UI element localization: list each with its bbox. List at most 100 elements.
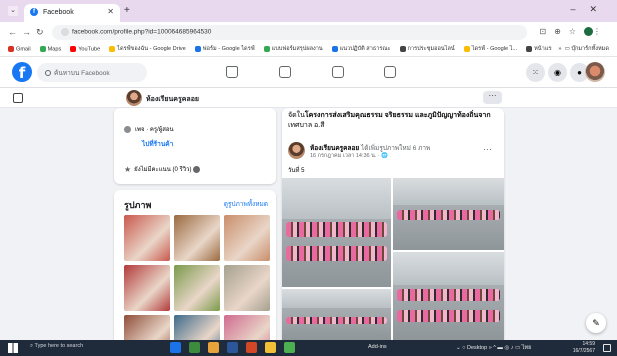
- bookmark-item[interactable]: Gmail: [8, 45, 31, 52]
- toolbar-icons[interactable]: ⊡⊕☆ ⋮: [539, 27, 609, 37]
- post-timestamp[interactable]: 16 กรกฎาคม เวลา 14:36 น. · 🌐: [310, 152, 388, 160]
- post-card: จัดในโครงการส่งเสริมคุณธรรม จริยธรรม และ…: [282, 108, 504, 340]
- word-icon[interactable]: [227, 342, 238, 353]
- explorer-icon[interactable]: [208, 342, 219, 353]
- bookmarks-bar: Gmail Maps YouTube ไดรฟ์ของฉัน - Google …: [0, 43, 617, 57]
- app-icon[interactable]: [284, 342, 295, 353]
- youtube-icon: [70, 45, 77, 52]
- browser-tab[interactable]: f Facebook ✕: [24, 4, 120, 22]
- profile-icon[interactable]: [584, 27, 593, 37]
- bookmark-item[interactable]: หน้าแรก: [526, 45, 555, 53]
- reload-icon[interactable]: ↻: [36, 27, 44, 38]
- marketplace-icon[interactable]: [332, 66, 344, 78]
- post-photo[interactable]: [282, 289, 391, 340]
- shop-link[interactable]: ไปที่ร้านค้า: [142, 139, 173, 149]
- facebook-favicon-icon: f: [30, 8, 38, 16]
- bookmark-item[interactable]: แนวปฏิบัติ สาธารณะ: [331, 45, 391, 53]
- chrome-icon[interactable]: [265, 342, 276, 353]
- rating-row: ★ ยังไม่มีคะแนน (0 รีวิว): [124, 164, 201, 174]
- taskbar-desktop[interactable]: ⌄ ○ Desktop » ^ ▬ ◎ ♪ ▭ ไทย: [456, 344, 531, 352]
- edge-icon[interactable]: [170, 342, 181, 353]
- author-avatar[interactable]: [288, 142, 305, 159]
- photo-thumbnail[interactable]: [124, 265, 170, 311]
- post-tag: วันที่ 5: [288, 168, 305, 174]
- facebook-search[interactable]: ค้นหาบน Facebook: [37, 63, 147, 82]
- gaming-icon[interactable]: [384, 66, 396, 78]
- about-card: เพจ · ครู/ผู้สอน ไปที่ร้านค้า ★ ยังไม่มีค…: [114, 108, 276, 184]
- new-message-icon[interactable]: ✎: [586, 313, 606, 333]
- tab-close-icon[interactable]: ✕: [107, 7, 114, 16]
- search-icon: [45, 70, 51, 77]
- bookmark-item[interactable]: Maps: [39, 45, 61, 52]
- post-photo[interactable]: [282, 178, 391, 287]
- url-text: facebook.com/profile.php?id=100064685964…: [72, 28, 212, 36]
- video-icon[interactable]: [279, 66, 291, 78]
- maps-icon: [39, 45, 46, 52]
- info-icon: [124, 125, 131, 133]
- photo-thumbnail[interactable]: [174, 265, 220, 311]
- search-placeholder: ค้นหาบน Facebook: [54, 70, 110, 77]
- facebook-topnav: f ค้นหาบน Facebook ⁙ ◉ ●: [0, 57, 617, 88]
- taskbar-search[interactable]: ⌕ Type here to search: [30, 343, 83, 350]
- new-tab-icon[interactable]: +: [124, 5, 130, 16]
- taskbar-addins[interactable]: Add-ins: [368, 344, 387, 350]
- photos-card: รูปภาพ ดูรูปภาพทั้งหมด: [114, 190, 276, 356]
- bookmark-item[interactable]: YouTube: [70, 45, 100, 52]
- messenger-icon[interactable]: ◉: [548, 63, 567, 82]
- bookmark-item[interactable]: ฟอร์ม - Google ไดรฟ์: [194, 45, 255, 53]
- tab-search-icon[interactable]: ⌄: [8, 6, 18, 16]
- tab-title: Facebook: [42, 8, 74, 16]
- facebook-logo-icon[interactable]: f: [12, 62, 32, 82]
- windows-taskbar: ⌕ Type here to search Add-ins ⌄ ○ Deskto…: [0, 340, 617, 356]
- star-icon: ★: [124, 164, 132, 174]
- site-info-icon[interactable]: [61, 28, 69, 36]
- post-photo[interactable]: [393, 252, 504, 340]
- drive-icon: [109, 45, 116, 52]
- excel-icon[interactable]: [189, 342, 200, 353]
- forward-icon[interactable]: →: [22, 27, 31, 37]
- taskbar-apps: [170, 342, 303, 355]
- photo-thumbnail[interactable]: [124, 215, 170, 261]
- gmail-icon: [8, 45, 14, 52]
- browser-tabstrip: ⌄ f Facebook ✕ + ‒✕: [0, 0, 617, 22]
- drive-icon: [194, 45, 201, 52]
- all-bookmarks[interactable]: » ▭ บุ๊กมาร์กทั้งหมด: [552, 45, 609, 53]
- address-bar-row: ← → ↻ facebook.com/profile.php?id=100064…: [0, 22, 617, 43]
- notification-center-icon[interactable]: [603, 344, 611, 352]
- url-field[interactable]: facebook.com/profile.php?id=100064685964…: [52, 25, 527, 40]
- powerpoint-icon[interactable]: [246, 342, 257, 353]
- back-icon[interactable]: ←: [8, 27, 17, 37]
- window-controls[interactable]: ‒✕: [570, 4, 611, 15]
- sidebar-toggle-icon[interactable]: [13, 93, 23, 103]
- post-photo[interactable]: [393, 178, 504, 250]
- post-more-icon[interactable]: ···: [483, 144, 492, 154]
- more-options-button[interactable]: ···: [483, 91, 502, 104]
- account-avatar[interactable]: [585, 62, 605, 82]
- drive-icon: [331, 45, 338, 52]
- page-name[interactable]: ห้องเรียนครูคลอย: [146, 94, 199, 105]
- photo-thumbnail[interactable]: [174, 215, 220, 261]
- page-header-bar: ห้องเรียนครูคลอย ···: [0, 88, 617, 108]
- page-avatar[interactable]: [126, 90, 142, 106]
- globe-icon: [526, 45, 533, 52]
- forms-icon: [263, 45, 270, 52]
- start-icon[interactable]: [8, 343, 18, 353]
- menu-grid-icon[interactable]: ⁙: [526, 63, 545, 82]
- page-category: เพจ · ครู/ผู้สอน: [124, 124, 174, 134]
- globe-icon: [399, 45, 406, 52]
- home-icon[interactable]: [226, 66, 238, 78]
- photo-thumbnail[interactable]: [224, 215, 270, 261]
- bookmark-item[interactable]: ไดรฟ์ - Google ไ...: [463, 45, 517, 53]
- info-icon[interactable]: [193, 165, 201, 173]
- photos-title: รูปภาพ: [124, 200, 152, 210]
- see-all-photos-link[interactable]: ดูรูปภาพทั้งหมด: [224, 199, 268, 209]
- photo-thumbnail[interactable]: [224, 265, 270, 311]
- post-author-row: ห้องเรียนครูคลอย ได้เพิ่มรูปภาพใหม่ 6 ภา…: [288, 142, 498, 160]
- photo-grid: [124, 215, 270, 356]
- bookmark-item[interactable]: แบบฟอร์มสรุปผลงาน: [263, 45, 323, 53]
- bookmark-item[interactable]: ไดรฟ์ของฉัน - Google Drive: [109, 45, 186, 53]
- taskbar-clock[interactable]: 14:59 16/7/2567: [573, 341, 595, 355]
- drive-icon: [463, 45, 470, 52]
- post-text: จัดในโครงการส่งเสริมคุณธรรม จริยธรรม และ…: [288, 112, 491, 129]
- bookmark-item[interactable]: การประชุมออนไลน์: [399, 45, 455, 53]
